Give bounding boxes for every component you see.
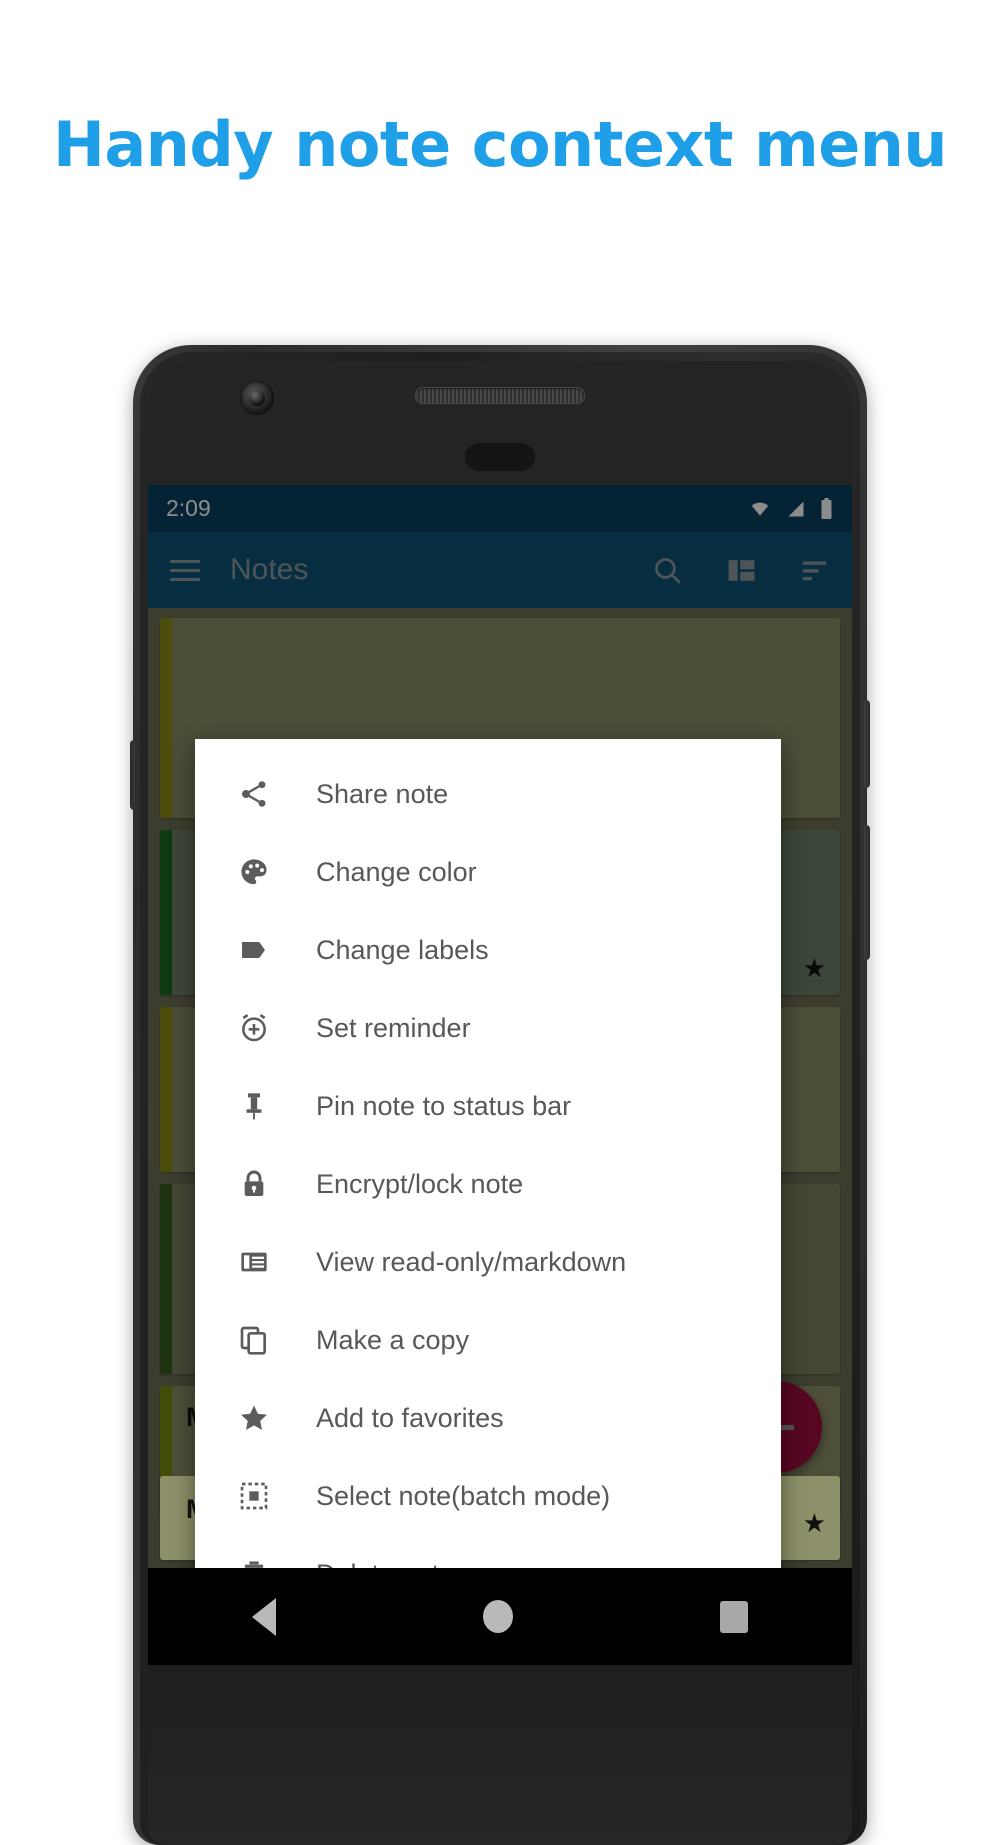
status-bar: 2:09 xyxy=(148,485,852,532)
volume-button[interactable] xyxy=(864,825,870,960)
menu-item-change-labels[interactable]: Change labels xyxy=(195,911,781,989)
palette-icon xyxy=(237,855,271,889)
menu-item-label: Delete note xyxy=(316,1559,454,1569)
menu-item-encrypt-lock-note[interactable]: Encrypt/lock note xyxy=(195,1145,781,1223)
note-color-stripe xyxy=(160,618,172,818)
status-icons xyxy=(747,497,834,521)
menu-item-label: Pin note to status bar xyxy=(316,1090,572,1121)
home-circle-icon[interactable] xyxy=(482,1600,513,1633)
menu-item-label: Set reminder xyxy=(316,1012,471,1043)
copy-icon xyxy=(237,1323,271,1357)
search-icon[interactable] xyxy=(651,554,684,587)
menu-item-label: Make a copy xyxy=(316,1324,470,1355)
app-title: Notes xyxy=(230,553,309,586)
star-icon: ★ xyxy=(802,953,826,983)
menu-item-label: Share note xyxy=(316,778,449,809)
page-title: Handy note context menu xyxy=(52,108,948,181)
pushpin-icon xyxy=(237,1089,271,1123)
app-toolbar: Notes xyxy=(148,532,852,608)
star-icon: ★ xyxy=(802,1508,826,1538)
phone-bezel: ★ My supersecret journal ★ xyxy=(140,352,860,1845)
lock-icon xyxy=(237,1167,271,1201)
hamburger-menu-icon[interactable] xyxy=(170,554,200,587)
layout-grid-icon[interactable] xyxy=(726,555,757,586)
wifi-icon xyxy=(751,502,769,516)
earpiece-speaker-icon xyxy=(415,387,585,404)
note-color-stripe xyxy=(160,1184,172,1374)
recents-square-icon[interactable] xyxy=(720,1600,749,1633)
note-color-stripe xyxy=(160,1007,172,1172)
menu-item-pin-note[interactable]: Pin note to status bar xyxy=(195,1067,781,1145)
android-nav-bar xyxy=(148,1568,852,1665)
phone-device: ★ My supersecret journal ★ xyxy=(130,345,870,1845)
battery-icon xyxy=(821,497,832,519)
front-camera-icon xyxy=(240,381,274,415)
menu-item-label: Encrypt/lock note xyxy=(316,1168,524,1199)
menu-item-add-to-favorites[interactable]: Add to favorites xyxy=(195,1379,781,1457)
menu-item-view-readonly-markdown[interactable]: View read-only/markdown xyxy=(195,1223,781,1301)
menu-item-label: Select note(batch mode) xyxy=(316,1480,611,1511)
menu-item-select-note-batch-mode[interactable]: Select note(batch mode) xyxy=(195,1457,781,1535)
menu-item-set-reminder[interactable]: Set reminder xyxy=(195,989,781,1067)
read-only-markdown-icon xyxy=(237,1245,271,1279)
menu-item-label: Change color xyxy=(316,856,477,887)
note-context-menu[interactable]: Share note Change color Change labels Se… xyxy=(195,739,781,1568)
alarm-add-icon xyxy=(237,1011,271,1045)
share-icon xyxy=(237,777,271,811)
sensor-housing xyxy=(465,443,535,471)
signal-icon xyxy=(788,501,804,516)
note-color-stripe xyxy=(160,830,172,995)
phone-screen: ★ My supersecret journal ★ xyxy=(148,485,852,1568)
menu-item-label: View read-only/markdown xyxy=(316,1246,627,1277)
label-tag-icon xyxy=(237,933,271,967)
menu-item-change-color[interactable]: Change color xyxy=(195,833,781,911)
status-clock: 2:09 xyxy=(166,495,211,521)
select-batch-icon xyxy=(237,1479,271,1513)
menu-item-label: Change labels xyxy=(316,934,489,965)
menu-item-label: Add to favorites xyxy=(316,1402,504,1433)
phone-chin xyxy=(148,1665,852,1845)
trash-icon xyxy=(237,1557,271,1568)
toolbar-actions xyxy=(651,554,830,587)
menu-item-delete-note[interactable]: Delete note xyxy=(195,1535,781,1568)
menu-item-make-a-copy[interactable]: Make a copy xyxy=(195,1301,781,1379)
menu-item-share-note[interactable]: Share note xyxy=(195,755,781,833)
power-button[interactable] xyxy=(864,700,870,788)
back-triangle-icon[interactable] xyxy=(251,1597,276,1636)
sort-icon[interactable] xyxy=(799,555,830,586)
left-side-button[interactable] xyxy=(130,740,135,810)
star-icon xyxy=(237,1401,271,1435)
phone-glass: ★ My supersecret journal ★ xyxy=(148,361,852,1845)
